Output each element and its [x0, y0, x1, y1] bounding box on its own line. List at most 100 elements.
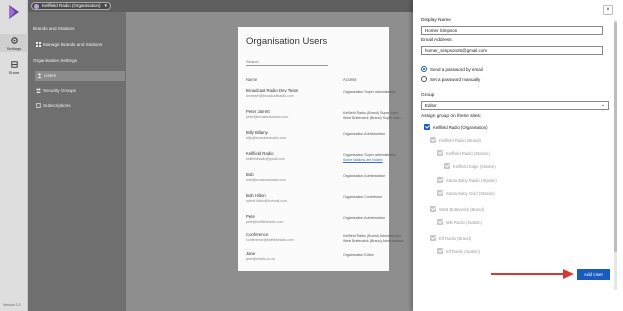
- radio-send-email[interactable]: Send a password by email: [421, 66, 483, 72]
- user-email: peter@broadcastradio.com: [246, 115, 289, 119]
- user-name: Bob: [246, 172, 254, 177]
- radio-send-email-label: Send a password by email: [430, 67, 483, 72]
- user-name: Broadcast Radio Dev Team: [246, 88, 299, 93]
- sidebar-manage-label: Manage Brands and Stations: [43, 42, 103, 47]
- rail-item-settings[interactable]: Settings: [0, 34, 28, 52]
- table-row[interactable]: Kellfield Radio kellfieldradio@gmail.com…: [246, 151, 396, 169]
- table-row[interactable]: Broadcast Radio Dev Team devteam@broadca…: [246, 88, 396, 106]
- radio-unselected-icon: [421, 76, 427, 82]
- checkbox-checked-icon: [424, 124, 430, 130]
- tree-item-label: Elf Radio (Station): [446, 249, 480, 254]
- checkbox-checked-icon: [437, 219, 443, 225]
- checkbox-checked-icon: [430, 137, 436, 143]
- chevron-down-icon: ▾: [104, 3, 107, 9]
- user-access: Kellfield Radio (Brand) Super Adm: [343, 111, 398, 115]
- rail-share-label: Share: [8, 70, 20, 75]
- column-header-name: Name: [246, 77, 258, 82]
- user-access: Organisation Super administrator: [343, 90, 396, 94]
- tree-item-station: Santa Baby Gold (Station): [437, 190, 495, 196]
- page-title: Organisation Users: [246, 36, 328, 47]
- group-label: Group: [421, 93, 435, 98]
- tree-item-label: Kellfield Radio (Station): [446, 151, 490, 156]
- user-email: billy@broadcastradio.com: [246, 136, 287, 140]
- tree-item-label: Kellfield Radio (Brand): [439, 138, 481, 143]
- gear-icon: [10, 37, 18, 44]
- tree-item-brand: Kellfield Radio (Brand): [430, 137, 481, 143]
- table-row[interactable]: Bob bob@broadcastradio.com Organisation …: [246, 172, 386, 190]
- rail-item-share[interactable]: Share: [0, 58, 28, 76]
- org-switcher-label: Kellfield Radio (Organisation): [42, 3, 101, 8]
- add-user-button[interactable]: Add User: [577, 269, 610, 280]
- scrollbar-thumb[interactable]: [614, 22, 617, 252]
- tree-item-label: Kellfield Edge (Station): [453, 164, 496, 169]
- tree-item-organisation[interactable]: Kellfield Radio (Organisation): [424, 124, 487, 130]
- sidebar-item-subscriptions[interactable]: Subscriptions: [36, 101, 71, 111]
- user-access: Organisation Editor: [343, 253, 374, 257]
- annotation-arrow-icon: [491, 269, 574, 279]
- checkbox-checked-icon: [437, 177, 443, 183]
- table-row[interactable]: Jane jane@kradio.co.uk Organisation Edit…: [246, 251, 386, 269]
- user-email: bob@broadcastradio.com: [246, 178, 287, 182]
- user-access: Organisation Administrator: [343, 174, 386, 178]
- user-access: Organisation Administrator: [343, 216, 386, 220]
- user-icon: [37, 73, 42, 78]
- table-row[interactable]: Conference conference@kellfieldradio.com…: [246, 232, 404, 250]
- user-access: Organisation Super administrator: [343, 153, 396, 157]
- radio-set-manual-label: Set a password manually: [430, 77, 481, 82]
- document-icon: [36, 103, 41, 108]
- user-email: robert.hilton@hotmail.com: [246, 199, 287, 203]
- search-input[interactable]: [246, 57, 328, 66]
- user-access: Kellfield Radio (Brand) Administrator: [343, 234, 401, 238]
- close-button[interactable]: ×: [603, 5, 613, 15]
- group-select[interactable]: Editor ⌄: [421, 101, 609, 110]
- column-header-access: Access: [343, 77, 357, 82]
- email-label: Email Address: [421, 38, 452, 43]
- tree-item-label: Santa Baby Radio (Station): [446, 178, 497, 183]
- user-email: devteam@broadcastradio.com: [246, 94, 294, 98]
- radio-set-manual[interactable]: Set a password manually: [421, 76, 480, 82]
- sidebar-header-brands: Brands and Stations: [33, 26, 75, 31]
- tree-item-station: Kellfield Edge (Station): [444, 163, 496, 169]
- display-name-field[interactable]: Homer Simpson: [421, 26, 603, 35]
- table-row[interactable]: Pete pete@kellfieldradio.com Organisatio…: [246, 214, 386, 232]
- sidebar-item-users[interactable]: Users: [35, 71, 125, 81]
- hidden-stations-link[interactable]: Some stations are hidden: [343, 158, 383, 162]
- user-name: Peter Jarrett: [246, 109, 270, 114]
- sidebar-security-label: Security Groups: [43, 88, 76, 93]
- checkbox-checked-icon: [437, 150, 443, 156]
- email-field[interactable]: homer_simpson26@gmail.com: [421, 46, 603, 55]
- table-row[interactable]: Billy Billany billy@broadcastradio.com O…: [246, 130, 386, 148]
- group-icon: [36, 88, 41, 93]
- tree-item-station: Kellfield Radio (Station): [437, 150, 490, 156]
- panel-scrollbar[interactable]: [614, 20, 617, 290]
- app-logo-icon: [9, 5, 19, 19]
- org-switcher[interactable]: Kellfield Radio (Organisation) ▾: [31, 2, 111, 10]
- checkbox-checked-icon: [437, 190, 443, 196]
- user-access: Organisation Contributor: [343, 195, 383, 199]
- sidebar-item-manage-brands[interactable]: Manage Brands and Stations: [36, 40, 102, 50]
- share-icon: [10, 61, 18, 68]
- table-row[interactable]: Bob Hilton robert.hilton@hotmail.com Org…: [246, 193, 386, 211]
- rail-settings-label: Settings: [6, 46, 22, 51]
- tree-item-brand: Elf Radio (Brand): [430, 235, 471, 241]
- user-access: Organisation Administrator: [343, 132, 386, 136]
- tree-item-station: WB Radio (Station): [437, 219, 482, 225]
- user-email: pete@kellfieldradio.com: [246, 220, 284, 224]
- display-name-label: Display Name: [421, 18, 451, 23]
- tree-item-label: West Butterwick (Brand): [439, 207, 485, 212]
- sidebar-subscriptions-label: Subscriptions: [43, 103, 71, 108]
- settings-sidebar: Brands and Stations Manage Brands and St…: [28, 12, 126, 311]
- table-row[interactable]: Peter Jarrett peter@broadcastradio.com K…: [246, 109, 400, 127]
- tree-item-brand: West Butterwick (Brand): [430, 206, 484, 212]
- sidebar-header-org: Organisation Settings: [33, 58, 77, 63]
- sidebar-item-security-groups[interactable]: Security Groups: [36, 86, 76, 96]
- tree-item-station: Elf Radio (Station): [437, 248, 480, 254]
- grid-icon: [36, 42, 41, 47]
- tree-item-label: Kellfield Radio (Organisation): [433, 125, 488, 130]
- checkbox-checked-icon: [437, 248, 443, 254]
- tree-item-label: Elf Radio (Brand): [439, 236, 472, 241]
- user-access-secondary: West Butterwick (Brand) Administrator: [343, 239, 404, 243]
- user-name: Bob Hilton: [246, 193, 266, 198]
- checkbox-checked-icon: [444, 163, 450, 169]
- group-select-value: Editor: [425, 103, 437, 108]
